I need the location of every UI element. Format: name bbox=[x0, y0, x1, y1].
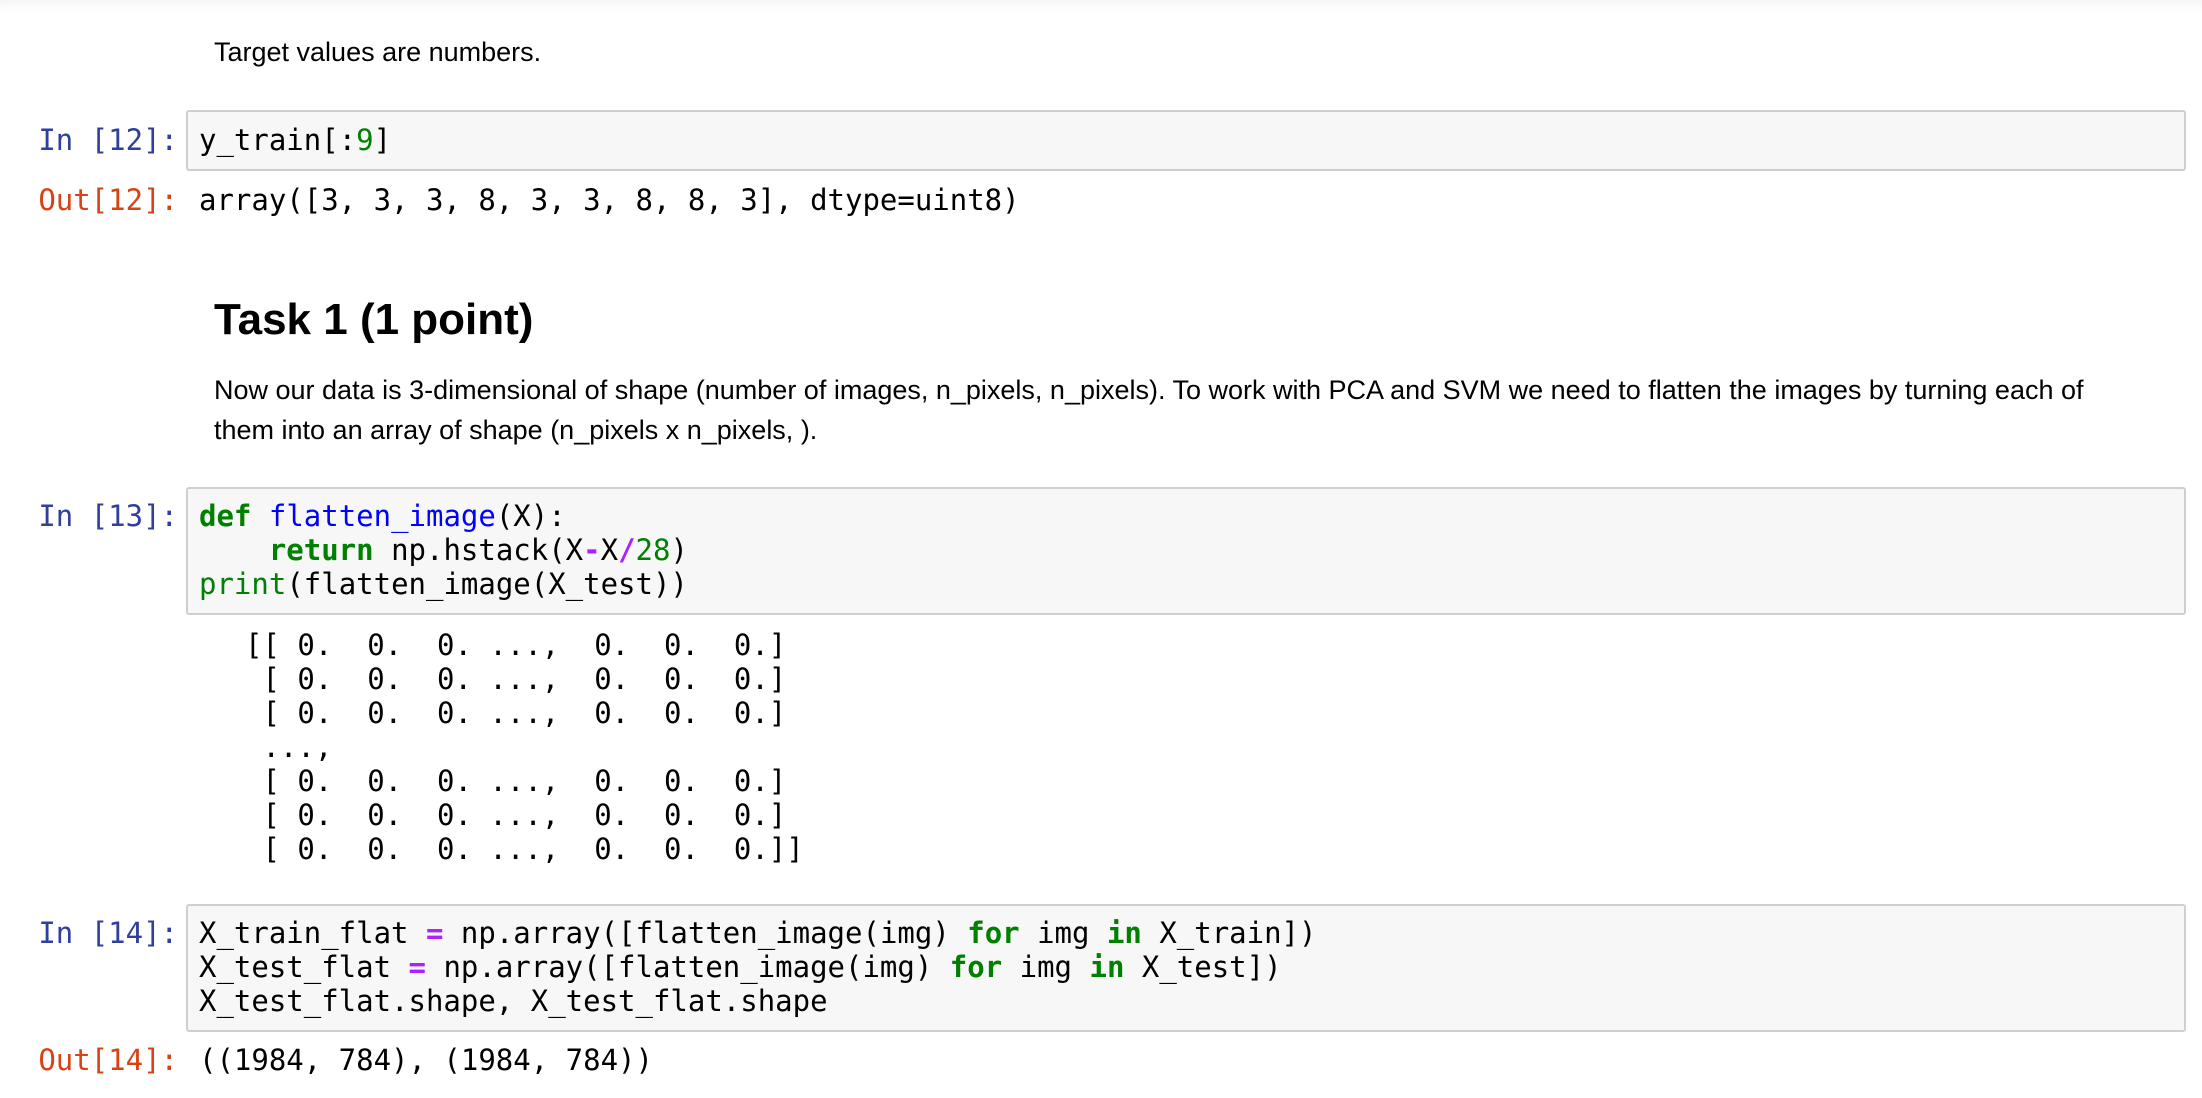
code-builtin: print bbox=[199, 567, 287, 601]
cell14-in-prompt: In [14]: bbox=[38, 916, 178, 950]
code-operator: / bbox=[618, 533, 636, 567]
cell12-out-prompt: Out[12]: bbox=[38, 183, 178, 217]
cell13-output: [[ 0. 0. 0. ..., 0. 0. 0.] [ 0. 0. 0. ..… bbox=[245, 628, 804, 866]
code-token: ] bbox=[373, 123, 392, 157]
code-operator: = bbox=[425, 916, 444, 950]
task1-description-line1: Now our data is 3-dimensional of shape (… bbox=[214, 375, 2084, 405]
cell14-out-prompt: Out[14]: bbox=[38, 1043, 178, 1077]
task1-heading: Task 1 (1 point) bbox=[214, 295, 534, 344]
code-token: X_train]) bbox=[1141, 916, 1317, 950]
code-token: img bbox=[1002, 950, 1090, 984]
cell12-code[interactable]: y_train[:9] bbox=[199, 123, 391, 157]
code-token: np.array([flatten_image(img) bbox=[425, 950, 950, 984]
code-token: [: bbox=[321, 123, 357, 157]
code-token: np.hstack(X bbox=[373, 533, 584, 567]
code-keyword: in bbox=[1106, 916, 1142, 950]
code-token: (X): bbox=[495, 499, 566, 533]
output-line: ..., bbox=[245, 730, 333, 764]
code-token: X bbox=[600, 533, 619, 567]
code-keyword: def bbox=[199, 499, 252, 533]
cell14-output: ((1984, 784), (1984, 784)) bbox=[199, 1043, 653, 1077]
code-token: X_test]) bbox=[1124, 950, 1282, 984]
code-number: 28 bbox=[635, 533, 671, 567]
code-token: X_train_flat bbox=[199, 916, 426, 950]
cell12-in-prompt: In [12]: bbox=[38, 123, 178, 157]
cell13-code[interactable]: def flatten_image(X): return np.hstack(X… bbox=[199, 499, 688, 601]
output-line: [ 0. 0. 0. ..., 0. 0. 0.]] bbox=[245, 832, 804, 866]
code-keyword: for bbox=[967, 916, 1020, 950]
output-line: [ 0. 0. 0. ..., 0. 0. 0.] bbox=[245, 662, 787, 696]
code-number: 9 bbox=[356, 123, 374, 157]
output-line: [ 0. 0. 0. ..., 0. 0. 0.] bbox=[245, 764, 787, 798]
code-operator: = bbox=[408, 950, 426, 984]
cell12-input-area[interactable] bbox=[186, 110, 2186, 171]
code-token: ) bbox=[670, 533, 688, 567]
markdown-target-text: Target values are numbers. bbox=[214, 37, 542, 67]
code-token: np.array([flatten_image(img) bbox=[443, 916, 968, 950]
output-line: [ 0. 0. 0. ..., 0. 0. 0.] bbox=[245, 798, 787, 832]
cell14-code[interactable]: X_train_flat = np.array([flatten_image(i… bbox=[199, 916, 1316, 1018]
code-token: img bbox=[1019, 916, 1107, 950]
output-line: [[ 0. 0. 0. ..., 0. 0. 0.] bbox=[245, 628, 787, 662]
code-token: X_test_flat bbox=[199, 950, 409, 984]
code-token: (flatten_image(X_test)) bbox=[286, 567, 688, 601]
code-function-name: flatten_image bbox=[268, 499, 496, 533]
code-token: X_test_flat.shape, X_test_flat.shape bbox=[199, 984, 828, 1018]
notebook-page: Target values are numbers. In [12]: y_tr… bbox=[0, 0, 2202, 1098]
code-keyword: in bbox=[1089, 950, 1125, 984]
output-line: [ 0. 0. 0. ..., 0. 0. 0.] bbox=[245, 696, 787, 730]
code-keyword: return bbox=[268, 533, 374, 567]
cell12-output: array([3, 3, 3, 8, 3, 3, 8, 8, 3], dtype… bbox=[199, 183, 1020, 217]
code-token: y_train bbox=[199, 123, 322, 157]
code-keyword: for bbox=[949, 950, 1003, 984]
cell13-in-prompt: In [13]: bbox=[38, 499, 178, 533]
code-operator: - bbox=[583, 533, 601, 567]
task1-description-line2: them into an array of shape (n_pixels x … bbox=[214, 415, 818, 445]
